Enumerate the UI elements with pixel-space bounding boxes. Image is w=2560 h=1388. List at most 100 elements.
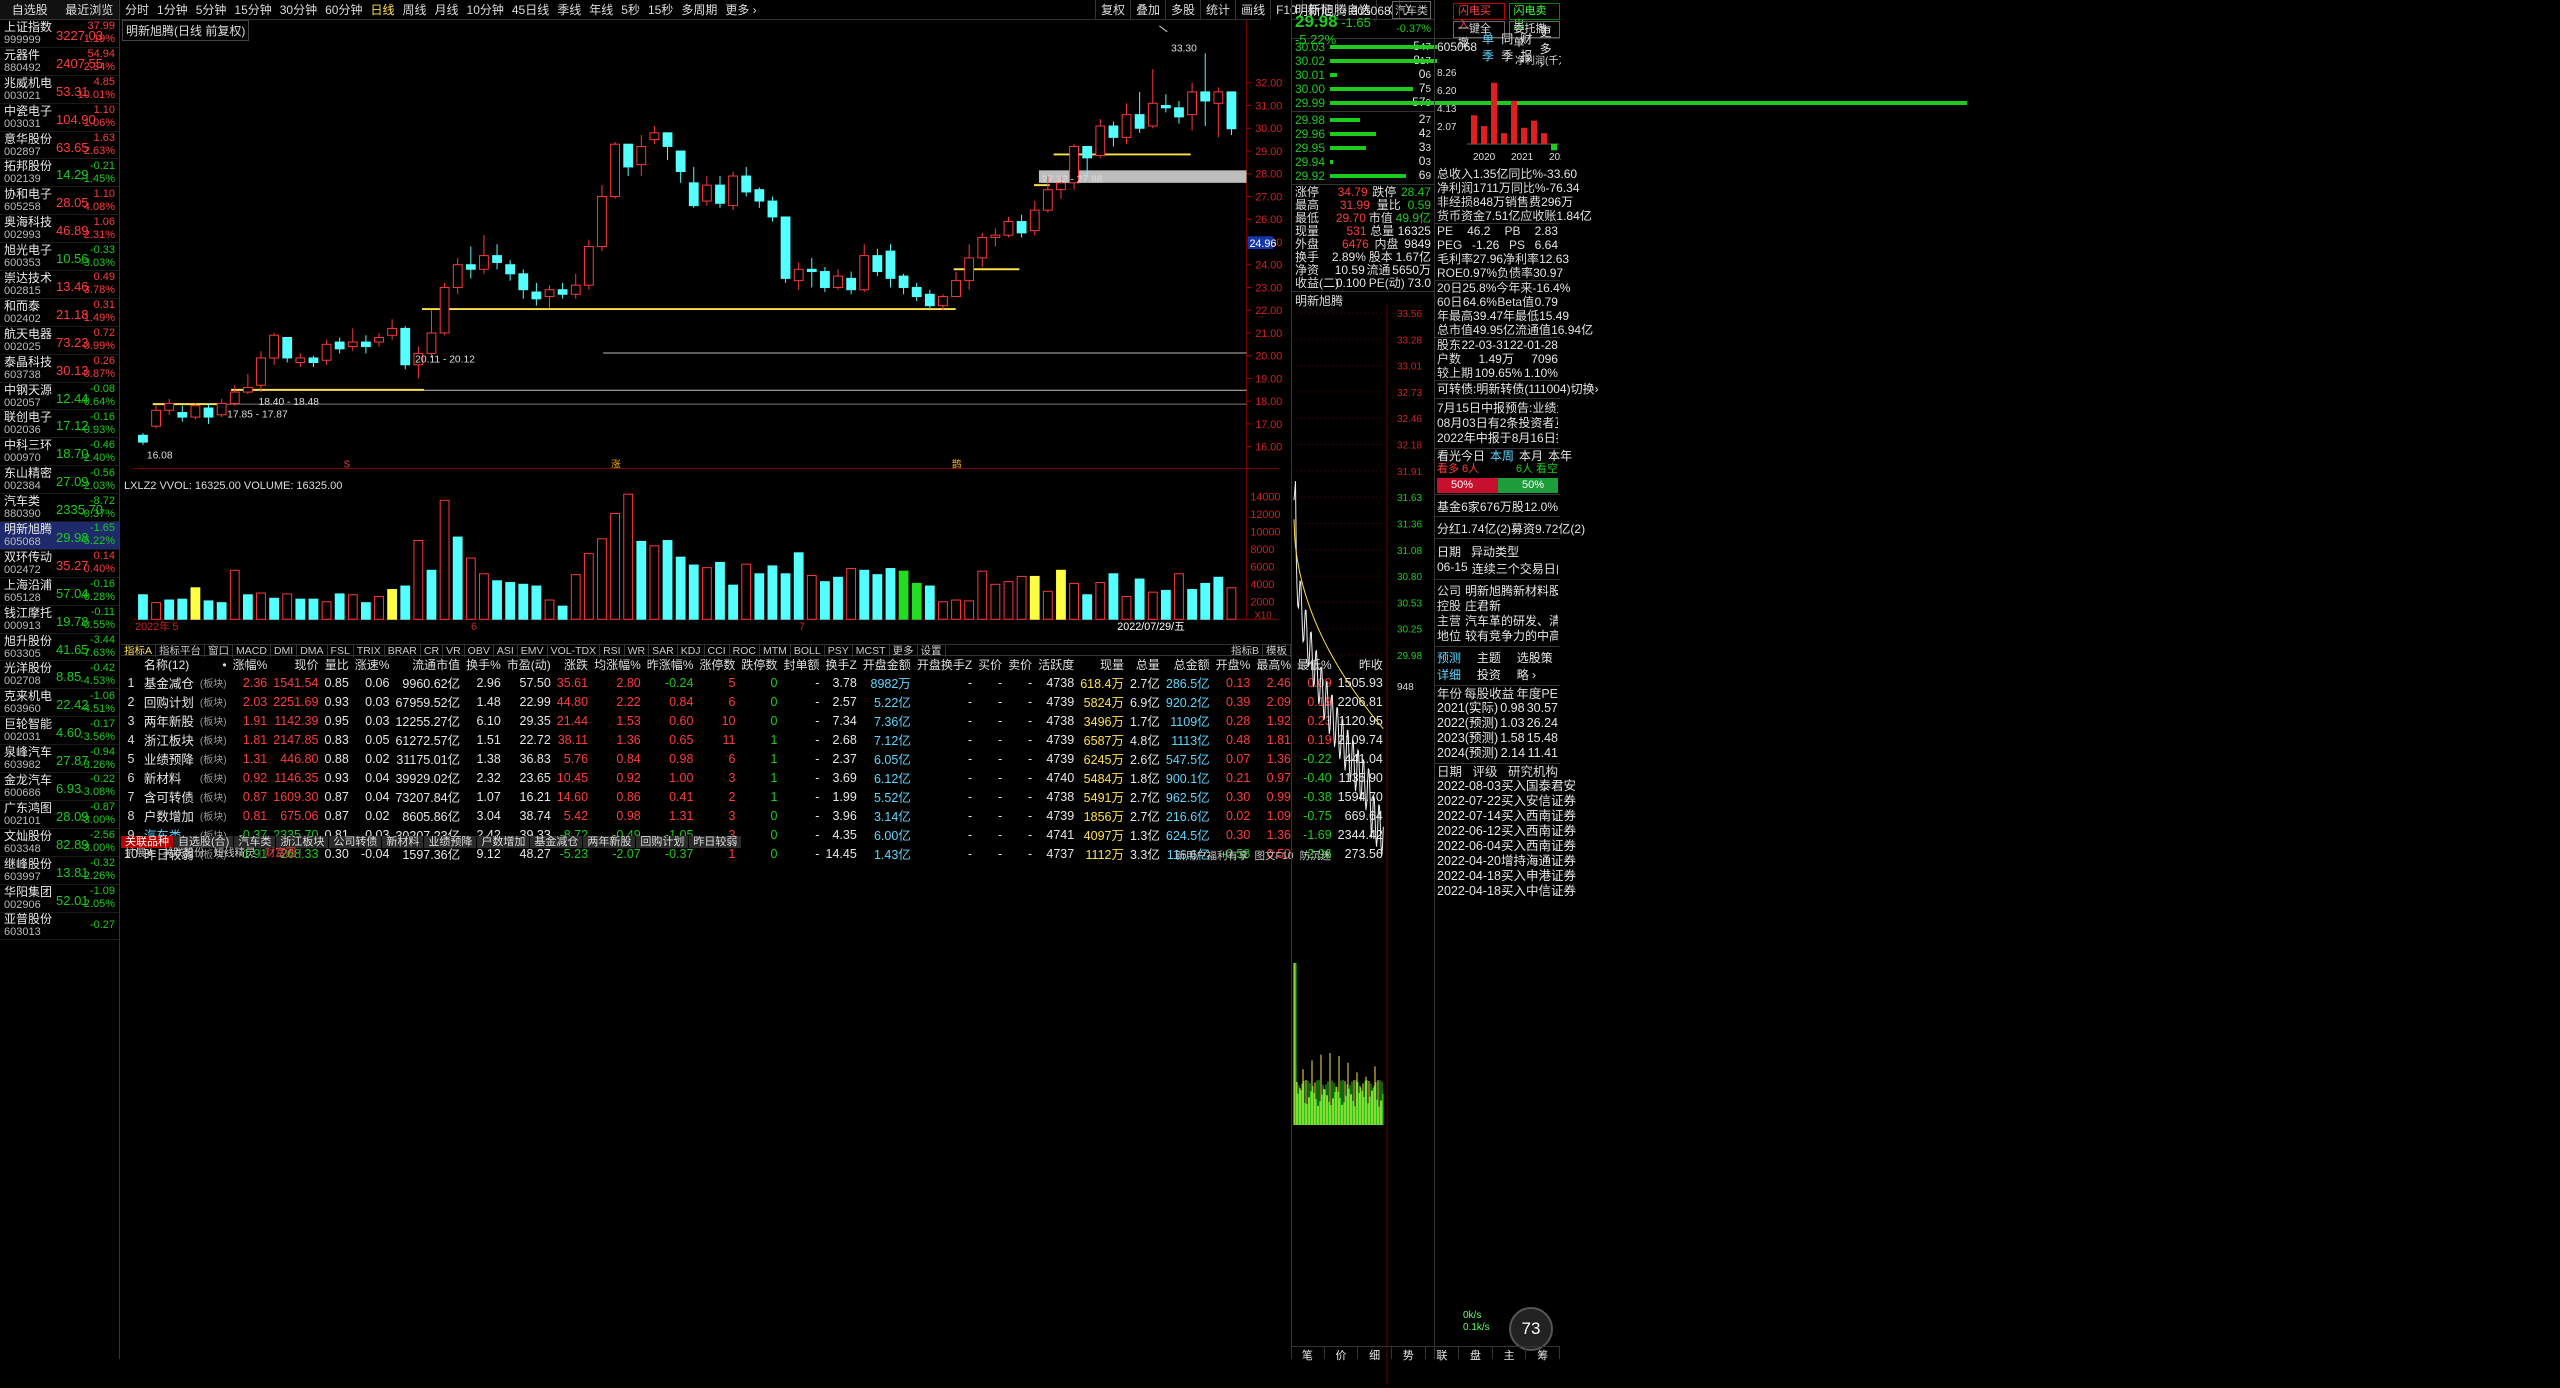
flash-buy-button[interactable]: 闪电买入 xyxy=(1453,3,1505,31)
watchlist-item[interactable]: 克来机电 603960 22.42 -1.06 -4.51% xyxy=(0,689,119,718)
sheet-tab[interactable]: 基金减仓 xyxy=(530,836,584,848)
sheet-tab[interactable]: 两年新股 xyxy=(583,836,637,848)
column-header[interactable]: 活跃度 xyxy=(1035,656,1077,673)
column-header[interactable]: 涨跌 xyxy=(554,656,591,673)
sent-tab-today[interactable]: 今日 xyxy=(1461,450,1485,463)
watchlist-item[interactable]: 汽车类 880390 2335.70 -8.72 -0.37% xyxy=(0,494,119,523)
detail-tab[interactable]: 价 xyxy=(1325,1347,1359,1362)
watchlist-item[interactable]: 华阳集团 002906 52.01 -1.09 -2.05% xyxy=(0,885,119,913)
forecast-tab-theme[interactable]: 主题投资 xyxy=(1477,649,1513,683)
period-tab[interactable]: 周线 xyxy=(398,0,430,20)
detail-tab[interactable]: 细 xyxy=(1358,1347,1392,1362)
intraday-chart[interactable]: 33.56 33.28 33.01 32.73 32.46 32.18 31.91 31.63… xyxy=(1292,305,1435,1385)
column-header[interactable]: 开盘换手Z xyxy=(914,656,975,673)
watchlist-item[interactable]: 联创电子 002036 17.12 -0.16 -0.93% xyxy=(0,410,119,439)
column-header[interactable]: 现价 xyxy=(270,656,321,673)
detail-tab[interactable]: 主 xyxy=(1493,1347,1527,1362)
column-header[interactable]: 换手% xyxy=(463,656,504,673)
sheet-tab[interactable]: 公司转债 xyxy=(329,836,383,848)
period-tab[interactable]: 5秒 xyxy=(617,0,644,20)
watchlist-item[interactable]: 崇达技术 002815 13.46 0.49 3.78% xyxy=(0,271,119,299)
table-row[interactable]: 1 基金减仓 (板块) 2.36 1541.54 0.85 0.06 9960.62亿 2.96… xyxy=(121,673,1386,692)
detail-tab[interactable]: 筹 xyxy=(1526,1347,1560,1362)
sent-tab-week[interactable]: 本周 xyxy=(1490,450,1514,463)
detail-tab[interactable]: 势 xyxy=(1392,1347,1426,1362)
status-item[interactable]: 财富圈 xyxy=(261,848,302,859)
period-tab[interactable]: 30分钟 xyxy=(276,0,321,20)
news-item[interactable]: 08月03日有2条投资者互动内容 xyxy=(1437,416,1558,431)
cancel-all-button[interactable]: 一键全撤 xyxy=(1453,21,1505,49)
period-tab[interactable]: 日线 xyxy=(366,0,398,20)
tab-watchlist[interactable]: 自选股 xyxy=(0,0,60,19)
column-header[interactable] xyxy=(121,656,141,673)
forecast-tab-strategy[interactable]: 选股策略 › xyxy=(1517,649,1558,683)
chart-tool-button[interactable]: 复权 xyxy=(1095,0,1130,20)
status-item[interactable]: 扩展∨ xyxy=(121,848,159,859)
column-header[interactable]: • xyxy=(197,656,230,673)
column-header[interactable]: 现量 xyxy=(1077,656,1127,673)
period-tab[interactable]: 更多 › xyxy=(721,0,760,20)
tab-recent[interactable]: 最近浏览 xyxy=(60,0,120,19)
watchlist-item[interactable]: 东山精密 002384 27.09 -0.56 -2.03% xyxy=(0,466,119,495)
table-row[interactable]: 8 户数增加 (板块) 0.81 675.06 0.87 0.02 8605.86亿 3.04 3… xyxy=(121,806,1386,825)
chart-tool-button[interactable]: 多股 xyxy=(1165,0,1200,20)
column-header[interactable]: 涨停数 xyxy=(696,656,738,673)
table-row[interactable]: 3 两年新股 (板块) 1.91 1142.39 0.95 0.03 12255.27亿 6.1… xyxy=(121,711,1386,730)
chart-tool-button[interactable]: 叠加 xyxy=(1130,0,1165,20)
kline-chart[interactable]: 32.0031.0030.0029.0028.0027.0026.0025.00… xyxy=(121,20,1291,632)
period-tab[interactable]: 10分钟 xyxy=(463,0,508,20)
watchlist-item[interactable]: 金龙汽车 600686 6.93 -0.22 -3.08% xyxy=(0,773,119,801)
news-item[interactable]: 2022年中报于8月16日披露 xyxy=(1437,431,1558,446)
column-header[interactable]: 涨幅% xyxy=(230,656,271,673)
watchlist-item[interactable]: 文灿股份 603348 82.89 -2.56 -3.00% xyxy=(0,829,119,857)
column-header[interactable]: 涨速% xyxy=(352,656,393,673)
table-row[interactable]: 4 浙江板块 (板块) 1.81 2147.85 0.83 0.05 61272.57亿 1.5… xyxy=(121,730,1386,749)
watchlist-item[interactable]: 兆威机电 003021 53.31 4.85 10.01% xyxy=(0,76,119,104)
watchlist-item[interactable]: 旭升股份 603305 41.65 -3.44 -7.63% xyxy=(0,634,119,662)
chart-tool-button[interactable]: 统计 xyxy=(1200,0,1235,20)
news-item[interactable]: 7月15日中报预告:业绩大幅下降 xyxy=(1437,401,1558,416)
watchlist-item[interactable]: 中科三环 000970 18.70 -0.46 -2.40% xyxy=(0,438,119,467)
period-tab[interactable]: 年线 xyxy=(585,0,617,20)
column-header[interactable]: 名称(12) xyxy=(141,656,197,673)
column-header[interactable]: 流通市值 xyxy=(392,656,463,673)
watchlist-item[interactable]: 协和电子 605258 28.05 1.10 4.08% xyxy=(0,187,119,216)
watchlist-item[interactable]: 明新旭腾 605068 29.98 -1.65 -5.22% xyxy=(0,522,119,550)
watchlist-item[interactable]: 拓邦股份 002139 14.29 -0.21 -1.45% xyxy=(0,159,119,188)
period-tab[interactable]: 1分钟 xyxy=(153,0,192,20)
detail-tab[interactable]: 联 xyxy=(1426,1347,1460,1362)
table-row[interactable]: 6 新材料 (板块) 0.92 1146.35 0.93 0.04 39929.02亿 2.32… xyxy=(121,768,1386,787)
chart-tool-button[interactable]: 画线 xyxy=(1235,0,1270,20)
watchlist-item[interactable]: 上海沿浦 605128 57.04 -0.16 -0.28% xyxy=(0,578,119,606)
status-item[interactable]: 关联股份 xyxy=(159,848,210,859)
detail-tab[interactable]: 笔 xyxy=(1291,1347,1325,1362)
status-f10[interactable]: 图文F10 xyxy=(1255,848,1294,863)
column-header[interactable]: 总量 xyxy=(1127,656,1163,673)
period-tab[interactable]: 多周期 xyxy=(677,0,721,20)
period-tab[interactable]: 分时 xyxy=(121,0,153,20)
watchlist-item[interactable]: 中钢天源 002057 12.44 -0.08 -0.64% xyxy=(0,383,119,411)
status-item[interactable]: 短线精灵 xyxy=(210,848,261,859)
sheet-tab[interactable]: 回购计划 xyxy=(636,836,690,848)
watchlist-item[interactable]: 巨轮智能 002031 4.60 -0.17 -3.56% xyxy=(0,717,119,746)
watchlist-item[interactable]: 元器件 880492 2407.55 54.94 2.34% xyxy=(0,48,119,76)
period-tab[interactable]: 45日线 xyxy=(508,0,553,20)
watchlist-item[interactable]: 上证指数 999999 3227.03 37.99 1.19% xyxy=(0,20,119,48)
flash-sell-button[interactable]: 闪电卖出 xyxy=(1508,3,1560,31)
column-header[interactable]: 最高% xyxy=(1253,656,1294,673)
watchlist-item[interactable]: 意华股份 002897 63.65 1.63 2.63% xyxy=(0,132,119,160)
watchlist-item[interactable]: 亚普股份 603013 -0.27 xyxy=(0,913,119,941)
watchlist-item[interactable]: 中瓷电子 003031 104.90 1.10 1.06% xyxy=(0,104,119,132)
column-header[interactable]: 买价 xyxy=(975,656,1005,673)
table-row[interactable]: 2 回购计划 (板块) 2.03 2251.69 0.93 0.03 67959.52亿 1.4… xyxy=(121,692,1386,711)
column-header[interactable]: 卖价 xyxy=(1005,656,1035,673)
period-tab[interactable]: 15分钟 xyxy=(230,0,275,20)
period-tab[interactable]: 季线 xyxy=(553,0,585,20)
column-header[interactable]: 量比 xyxy=(321,656,351,673)
column-header[interactable]: 开盘% xyxy=(1213,656,1254,673)
column-header[interactable]: 换手Z xyxy=(822,656,859,673)
sector-badge[interactable]: 汽车类 xyxy=(1392,0,1431,19)
watchlist-item[interactable]: 泉峰汽车 603982 27.87 -0.94 -3.26% xyxy=(0,745,119,774)
column-header[interactable]: 昨涨幅% xyxy=(644,656,697,673)
table-row[interactable]: 5 业绩预降 (板块) 1.31 446.80 0.88 0.02 31175.01亿 1.38… xyxy=(121,749,1386,768)
